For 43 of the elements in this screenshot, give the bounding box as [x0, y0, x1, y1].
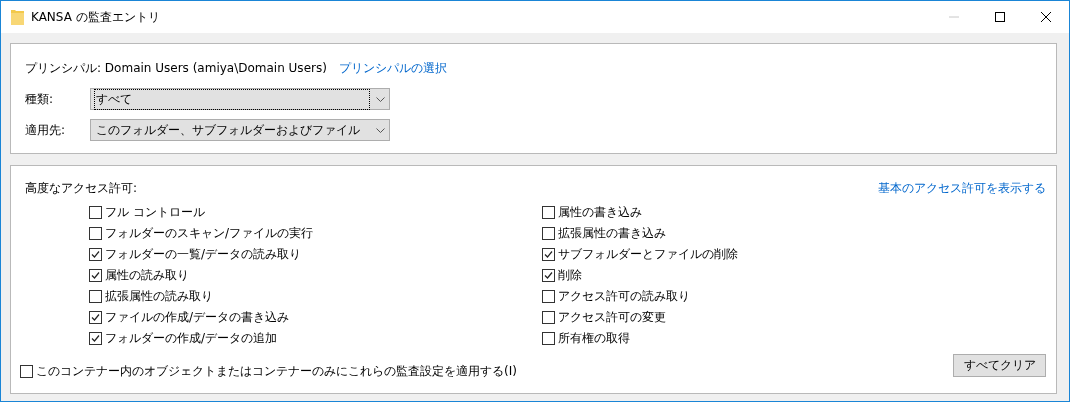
checkbox[interactable]	[89, 332, 102, 345]
chevron-icon	[376, 96, 385, 102]
checkbox-label[interactable]: アクセス許可の読み取り	[558, 288, 690, 305]
field-label: 種類:	[25, 90, 55, 108]
field-label: 適用先:	[25, 121, 67, 139]
checkbox[interactable]	[89, 248, 102, 261]
checkbox[interactable]	[89, 206, 102, 219]
clear-all-button[interactable]: すべてクリア	[953, 354, 1046, 377]
checkbox-label[interactable]: フル コントロール	[105, 204, 205, 221]
dropdown[interactable]: このフォルダー、サブフォルダーおよびファイル	[90, 119, 390, 141]
window-title: KANSA の監査エントリ	[31, 8, 161, 26]
checkbox[interactable]	[542, 227, 555, 240]
checkbox[interactable]	[89, 290, 102, 303]
chevron-icon	[376, 127, 385, 133]
checkbox-label[interactable]: 属性の書き込み	[558, 204, 642, 221]
checkbox[interactable]	[89, 269, 102, 282]
checkbox[interactable]	[542, 332, 555, 345]
checkbox-label[interactable]: ファイルの作成/データの書き込み	[105, 309, 290, 326]
checkbox-label[interactable]: サブフォルダーとファイルの削除	[558, 246, 738, 263]
checkbox[interactable]	[542, 248, 555, 261]
checkbox-label[interactable]: フォルダーの作成/データの追加	[105, 330, 278, 347]
section-title: 高度なアクセス許可:	[25, 180, 138, 197]
checkbox-label[interactable]: 削除	[558, 267, 582, 284]
basic-permissions-link[interactable]: 基本のアクセス許可を表示する	[878, 180, 1046, 197]
checkbox[interactable]	[20, 365, 33, 378]
select-principal-link[interactable]: プリンシパルの選択	[338, 60, 447, 77]
checkbox-label[interactable]: フォルダーの一覧/データの読み取り	[105, 246, 302, 263]
checkbox[interactable]	[89, 311, 102, 324]
checkbox-label[interactable]: このコンテナー内のオブジェクトまたはコンテナーのみにこれらの監査設定を適用する(I)	[36, 363, 517, 380]
checkbox-label[interactable]: フォルダーのスキャン/ファイルの実行	[105, 225, 314, 242]
checkbox[interactable]	[542, 311, 555, 324]
checkbox[interactable]	[542, 290, 555, 303]
checkbox[interactable]	[542, 269, 555, 282]
folder-icon	[11, 8, 24, 26]
checkbox-label[interactable]: 属性の読み取り	[105, 267, 189, 284]
checkbox[interactable]	[89, 227, 102, 240]
checkbox-label[interactable]: アクセス許可の変更	[558, 309, 666, 326]
checkbox-label[interactable]: 拡張属性の読み取り	[105, 288, 213, 305]
dropdown[interactable]: すべて	[90, 88, 390, 110]
checkbox[interactable]	[542, 206, 555, 219]
checkbox-label[interactable]: 拡張属性の書き込み	[558, 225, 666, 242]
principal-text: プリンシパル: Domain Users (amiya\Domain Users)	[25, 60, 327, 77]
checkbox-label[interactable]: 所有権の取得	[558, 330, 630, 347]
